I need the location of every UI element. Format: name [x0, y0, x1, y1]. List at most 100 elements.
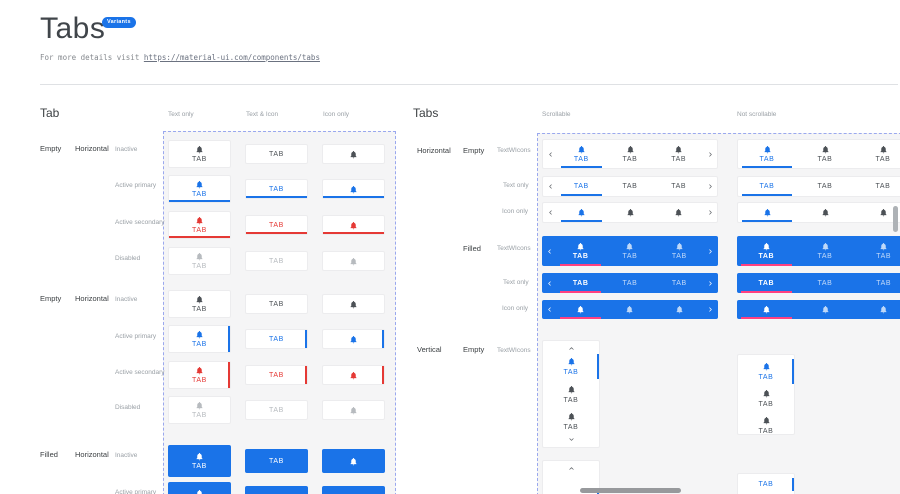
- tab-sample-text[interactable]: TAB: [245, 365, 308, 385]
- vertical-scrollbar-thumb[interactable]: [893, 206, 898, 232]
- scroll-right-button[interactable]: [704, 300, 718, 319]
- tab-sample-text[interactable]: TAB: [245, 144, 308, 164]
- tab-active[interactable]: TAB: [737, 236, 796, 266]
- tab-active[interactable]: TAB: [543, 353, 599, 380]
- tab-sample-text-icon[interactable]: TAB: [168, 247, 231, 275]
- tab[interactable]: TAB: [738, 385, 794, 412]
- tab-sample-icon[interactable]: [322, 294, 385, 314]
- active-indicator: [561, 166, 602, 168]
- scroll-left-button[interactable]: [542, 300, 556, 319]
- tab-sample-text[interactable]: TAB: [245, 449, 308, 473]
- tab[interactable]: [654, 203, 703, 222]
- tab-sample-text-icon[interactable]: TAB: [168, 482, 231, 494]
- tab[interactable]: [854, 300, 900, 319]
- tab-sample-text-icon[interactable]: TAB: [168, 211, 231, 239]
- tab[interactable]: TAB: [543, 381, 599, 408]
- tab-sample-icon[interactable]: [322, 449, 385, 473]
- scroll-right-button[interactable]: [704, 236, 718, 266]
- tab[interactable]: TAB: [738, 412, 794, 435]
- tab-active[interactable]: [737, 300, 796, 319]
- bell-icon: [879, 305, 888, 314]
- tab-active[interactable]: [557, 203, 606, 222]
- tab-sample-text-icon[interactable]: TAB: [168, 396, 231, 424]
- tab-sample-text[interactable]: TAB: [245, 329, 308, 349]
- tab-active[interactable]: TAB: [557, 177, 606, 196]
- tab[interactable]: TAB: [854, 273, 900, 293]
- tab[interactable]: TAB: [796, 273, 855, 293]
- scroll-down-button[interactable]: [568, 435, 575, 444]
- scroll-right-button[interactable]: [703, 203, 717, 222]
- tab-active[interactable]: TAB: [738, 358, 794, 385]
- scroll-left-button[interactable]: [543, 177, 557, 196]
- tab-sample-icon[interactable]: [322, 329, 385, 349]
- scroll-up-button[interactable]: [568, 344, 575, 353]
- tab[interactable]: TAB: [854, 236, 900, 266]
- tab-sample-text[interactable]: TAB: [245, 215, 308, 235]
- tab-sample-icon[interactable]: [322, 400, 385, 420]
- tab-sample-text[interactable]: TAB: [245, 400, 308, 420]
- tab[interactable]: [796, 300, 855, 319]
- tabs-bar-filled-not-scrollable: TAB TAB TAB: [737, 236, 900, 266]
- tab-sample-text[interactable]: TAB: [245, 294, 308, 314]
- chevron-right-icon: [707, 306, 714, 313]
- tab-sample-text[interactable]: TAB: [245, 486, 308, 494]
- tab[interactable]: TAB: [796, 140, 854, 168]
- column-header-not-scrollable: Not scrollable: [737, 111, 776, 118]
- tab-active[interactable]: TAB: [737, 273, 796, 293]
- tab-sample-text-icon[interactable]: TAB: [168, 325, 231, 353]
- scroll-left-button[interactable]: [543, 203, 557, 222]
- tab[interactable]: TAB: [655, 273, 704, 293]
- material-ui-link[interactable]: https://material-ui.com/components/tabs: [144, 53, 320, 62]
- tab[interactable]: TAB: [543, 408, 599, 435]
- tab-active[interactable]: [556, 300, 605, 319]
- scroll-right-button[interactable]: [703, 140, 717, 168]
- horizontal-scrollbar-thumb[interactable]: [580, 488, 681, 493]
- tab[interactable]: TAB: [605, 236, 654, 266]
- tab-active[interactable]: [738, 203, 796, 222]
- vertical-tabs-not-scrollable: TAB TAB: [737, 473, 795, 494]
- tab[interactable]: TAB: [606, 140, 655, 168]
- chevron-left-icon: [547, 183, 554, 190]
- scroll-left-button[interactable]: [542, 236, 556, 266]
- tab-sample-text[interactable]: TAB: [245, 251, 308, 271]
- tab[interactable]: TAB: [655, 236, 704, 266]
- tab-sample-text-icon[interactable]: TAB: [168, 290, 231, 318]
- tab[interactable]: TAB: [606, 177, 655, 196]
- tab[interactable]: [605, 300, 654, 319]
- tab-sample-icon[interactable]: [322, 251, 385, 271]
- tab-sample-icon[interactable]: [322, 144, 385, 164]
- tab[interactable]: [606, 203, 655, 222]
- scroll-right-button[interactable]: [704, 273, 718, 293]
- chevron-right-icon: [707, 209, 714, 216]
- tab-active[interactable]: TAB: [738, 477, 794, 492]
- tab[interactable]: TAB: [605, 273, 654, 293]
- tab[interactable]: TAB: [654, 140, 703, 168]
- scroll-right-button[interactable]: [703, 177, 717, 196]
- tab[interactable]: TAB: [854, 177, 900, 196]
- scroll-up-button[interactable]: [568, 464, 575, 473]
- tab-sample-icon[interactable]: [322, 215, 385, 235]
- scroll-left-button[interactable]: [543, 140, 557, 168]
- tab[interactable]: TAB: [796, 177, 854, 196]
- tab-sample-text[interactable]: TAB: [245, 179, 308, 199]
- tab-sample-icon[interactable]: [322, 179, 385, 199]
- tab-sample-text-icon[interactable]: TAB: [168, 445, 231, 477]
- scroll-left-button[interactable]: [542, 273, 556, 293]
- tab-active[interactable]: TAB: [556, 273, 605, 293]
- tab-active[interactable]: TAB: [556, 236, 605, 266]
- tab-sample-text-icon[interactable]: TAB: [168, 140, 231, 168]
- tab-sample-text-icon[interactable]: TAB: [168, 175, 231, 203]
- tab-sample-text-icon[interactable]: TAB: [168, 361, 231, 389]
- bell-icon: [762, 416, 771, 425]
- tab-active[interactable]: TAB: [738, 177, 796, 196]
- chevron-left-icon: [547, 209, 554, 216]
- tab-sample-icon[interactable]: [322, 365, 385, 385]
- tab-active[interactable]: TAB: [557, 140, 606, 168]
- tab[interactable]: TAB: [854, 140, 900, 168]
- tab[interactable]: TAB: [796, 236, 855, 266]
- tab[interactable]: [796, 203, 854, 222]
- tab-active[interactable]: TAB: [738, 140, 796, 168]
- tab-sample-icon[interactable]: [322, 486, 385, 494]
- tab[interactable]: TAB: [654, 177, 703, 196]
- tab[interactable]: [655, 300, 704, 319]
